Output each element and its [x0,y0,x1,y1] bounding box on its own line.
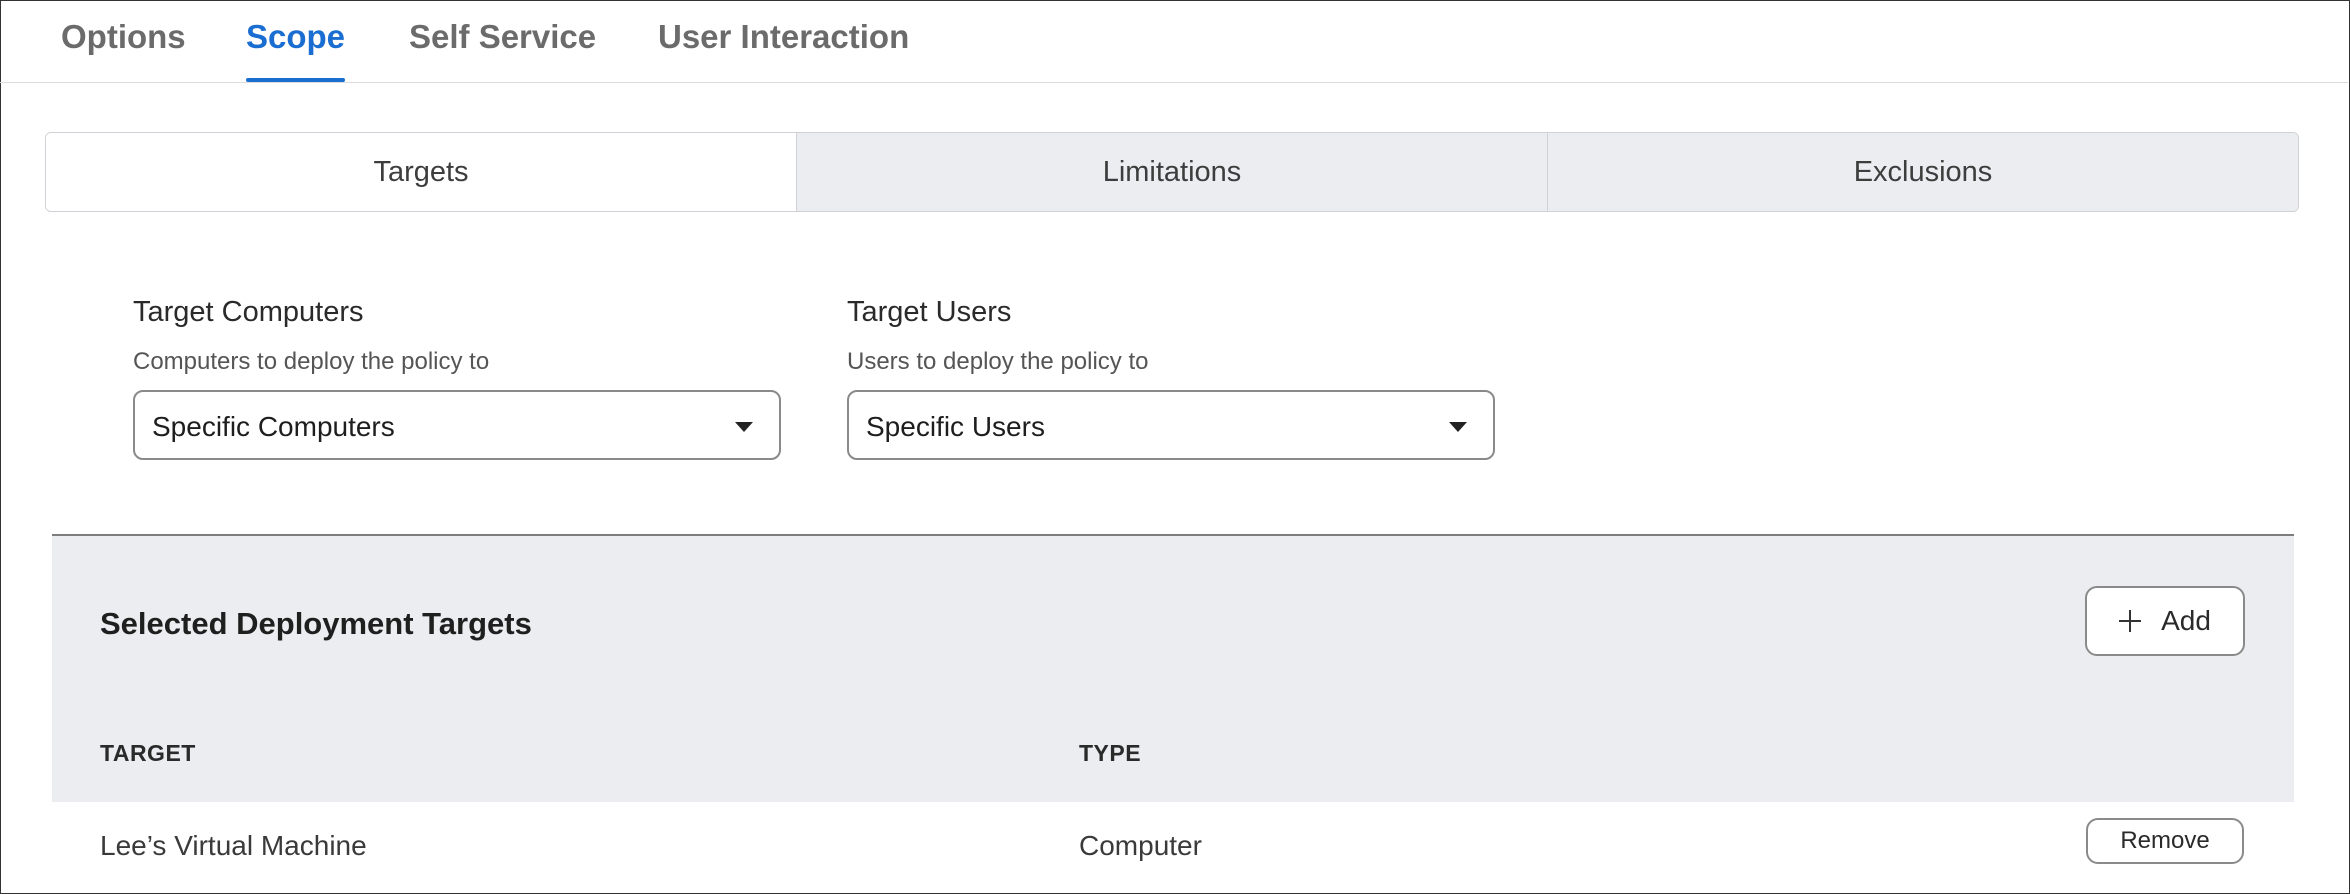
remove-button[interactable]: Remove [2086,818,2244,864]
tab-options[interactable]: Options [61,18,186,82]
plus-icon [2119,610,2142,632]
column-header-type[interactable]: TYPE [1079,740,1141,767]
target-users-field: Target Users Users to deploy the policy … [847,296,1497,460]
tab-scope[interactable]: Scope [246,18,346,82]
caret-down-icon [1449,422,1467,432]
target-computers-select[interactable]: Specific Computers [133,390,781,460]
target-users-value: Specific Users [866,411,1045,442]
table-row: Lee’s Virtual Machine Computer Remove [52,802,2294,890]
target-computers-field: Target Computers Computers to deploy the… [133,296,783,460]
top-tab-bar: Options Scope Self Service User Interact… [0,0,2348,83]
type-cell: Computer [1079,830,1202,861]
segment-exclusions[interactable]: Exclusions [1547,133,2298,211]
tab-self-service[interactable]: Self Service [409,18,596,82]
panel-title: Selected Deployment Targets [100,606,532,641]
segment-targets[interactable]: Targets [46,133,796,211]
target-users-help: Users to deploy the policy to [847,348,1149,375]
selected-targets-panel: Selected Deployment Targets Add TARGET T… [52,534,2294,802]
scope-segmented-control: Targets Limitations Exclusions [45,132,2299,212]
tab-user-interaction[interactable]: User Interaction [658,18,909,82]
add-button[interactable]: Add [2085,586,2245,656]
target-users-label: Target Users [847,296,1012,328]
target-users-select[interactable]: Specific Users [847,390,1495,460]
caret-down-icon [735,422,753,432]
add-button-label: Add [2161,605,2211,636]
target-computers-help: Computers to deploy the policy to [133,348,490,375]
target-cell: Lee’s Virtual Machine [100,830,367,861]
target-computers-label: Target Computers [133,296,364,328]
segment-limitations[interactable]: Limitations [796,133,1547,211]
target-computers-value: Specific Computers [152,411,395,442]
column-header-target[interactable]: TARGET [100,740,196,767]
